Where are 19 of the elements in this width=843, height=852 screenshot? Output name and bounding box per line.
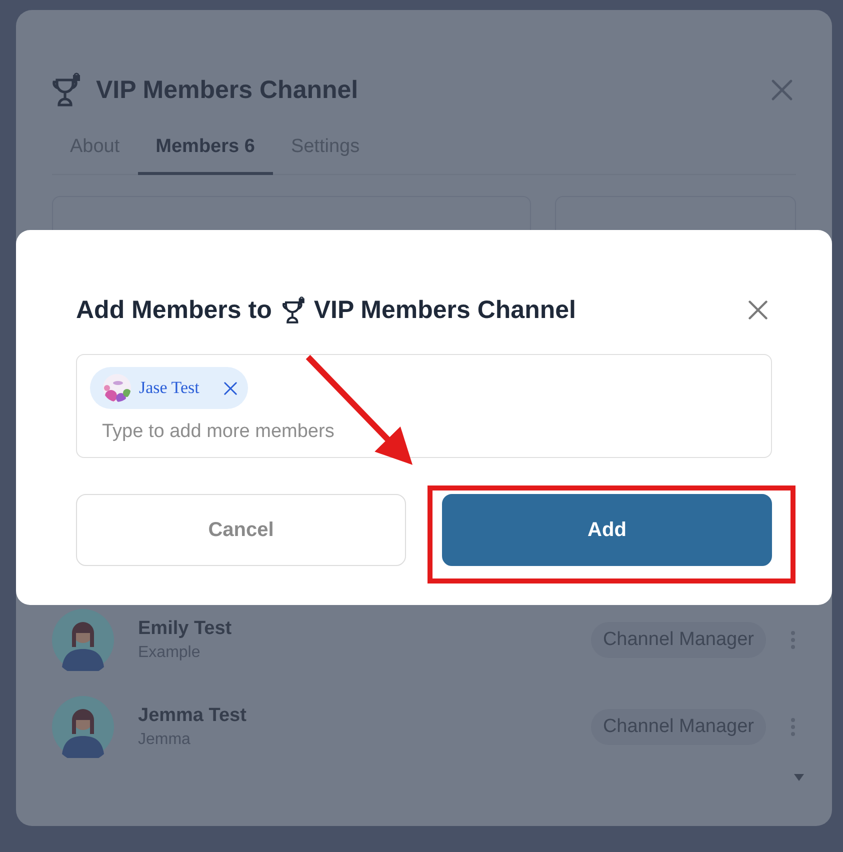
close-icon[interactable]	[223, 380, 238, 396]
members-input[interactable]: Jase Test Type to add more members	[76, 354, 772, 458]
dialog-title: VIP Members Channel	[96, 76, 360, 104]
trophy-lock-icon	[282, 296, 306, 324]
more-icon[interactable]	[790, 716, 796, 736]
scroll-down-icon[interactable]	[794, 774, 804, 781]
more-icon[interactable]	[790, 630, 796, 650]
tab[interactable]: Members 6	[138, 128, 273, 175]
avatar-icon	[52, 608, 114, 670]
chip-name: Jase Test	[139, 378, 200, 398]
trophy-lock-icon	[52, 72, 82, 108]
channel-name: VIP Members Channel	[314, 296, 577, 324]
dialog-title: Add Members to	[76, 296, 272, 324]
member-chip[interactable]: Jase Test	[90, 367, 248, 409]
avatar-icon	[52, 696, 114, 758]
add-button[interactable]: Add	[442, 494, 772, 566]
cancel-button[interactable]: Cancel	[76, 494, 406, 566]
member-name: Jemma Test	[138, 704, 248, 726]
member-name: Emily Test	[138, 618, 233, 640]
